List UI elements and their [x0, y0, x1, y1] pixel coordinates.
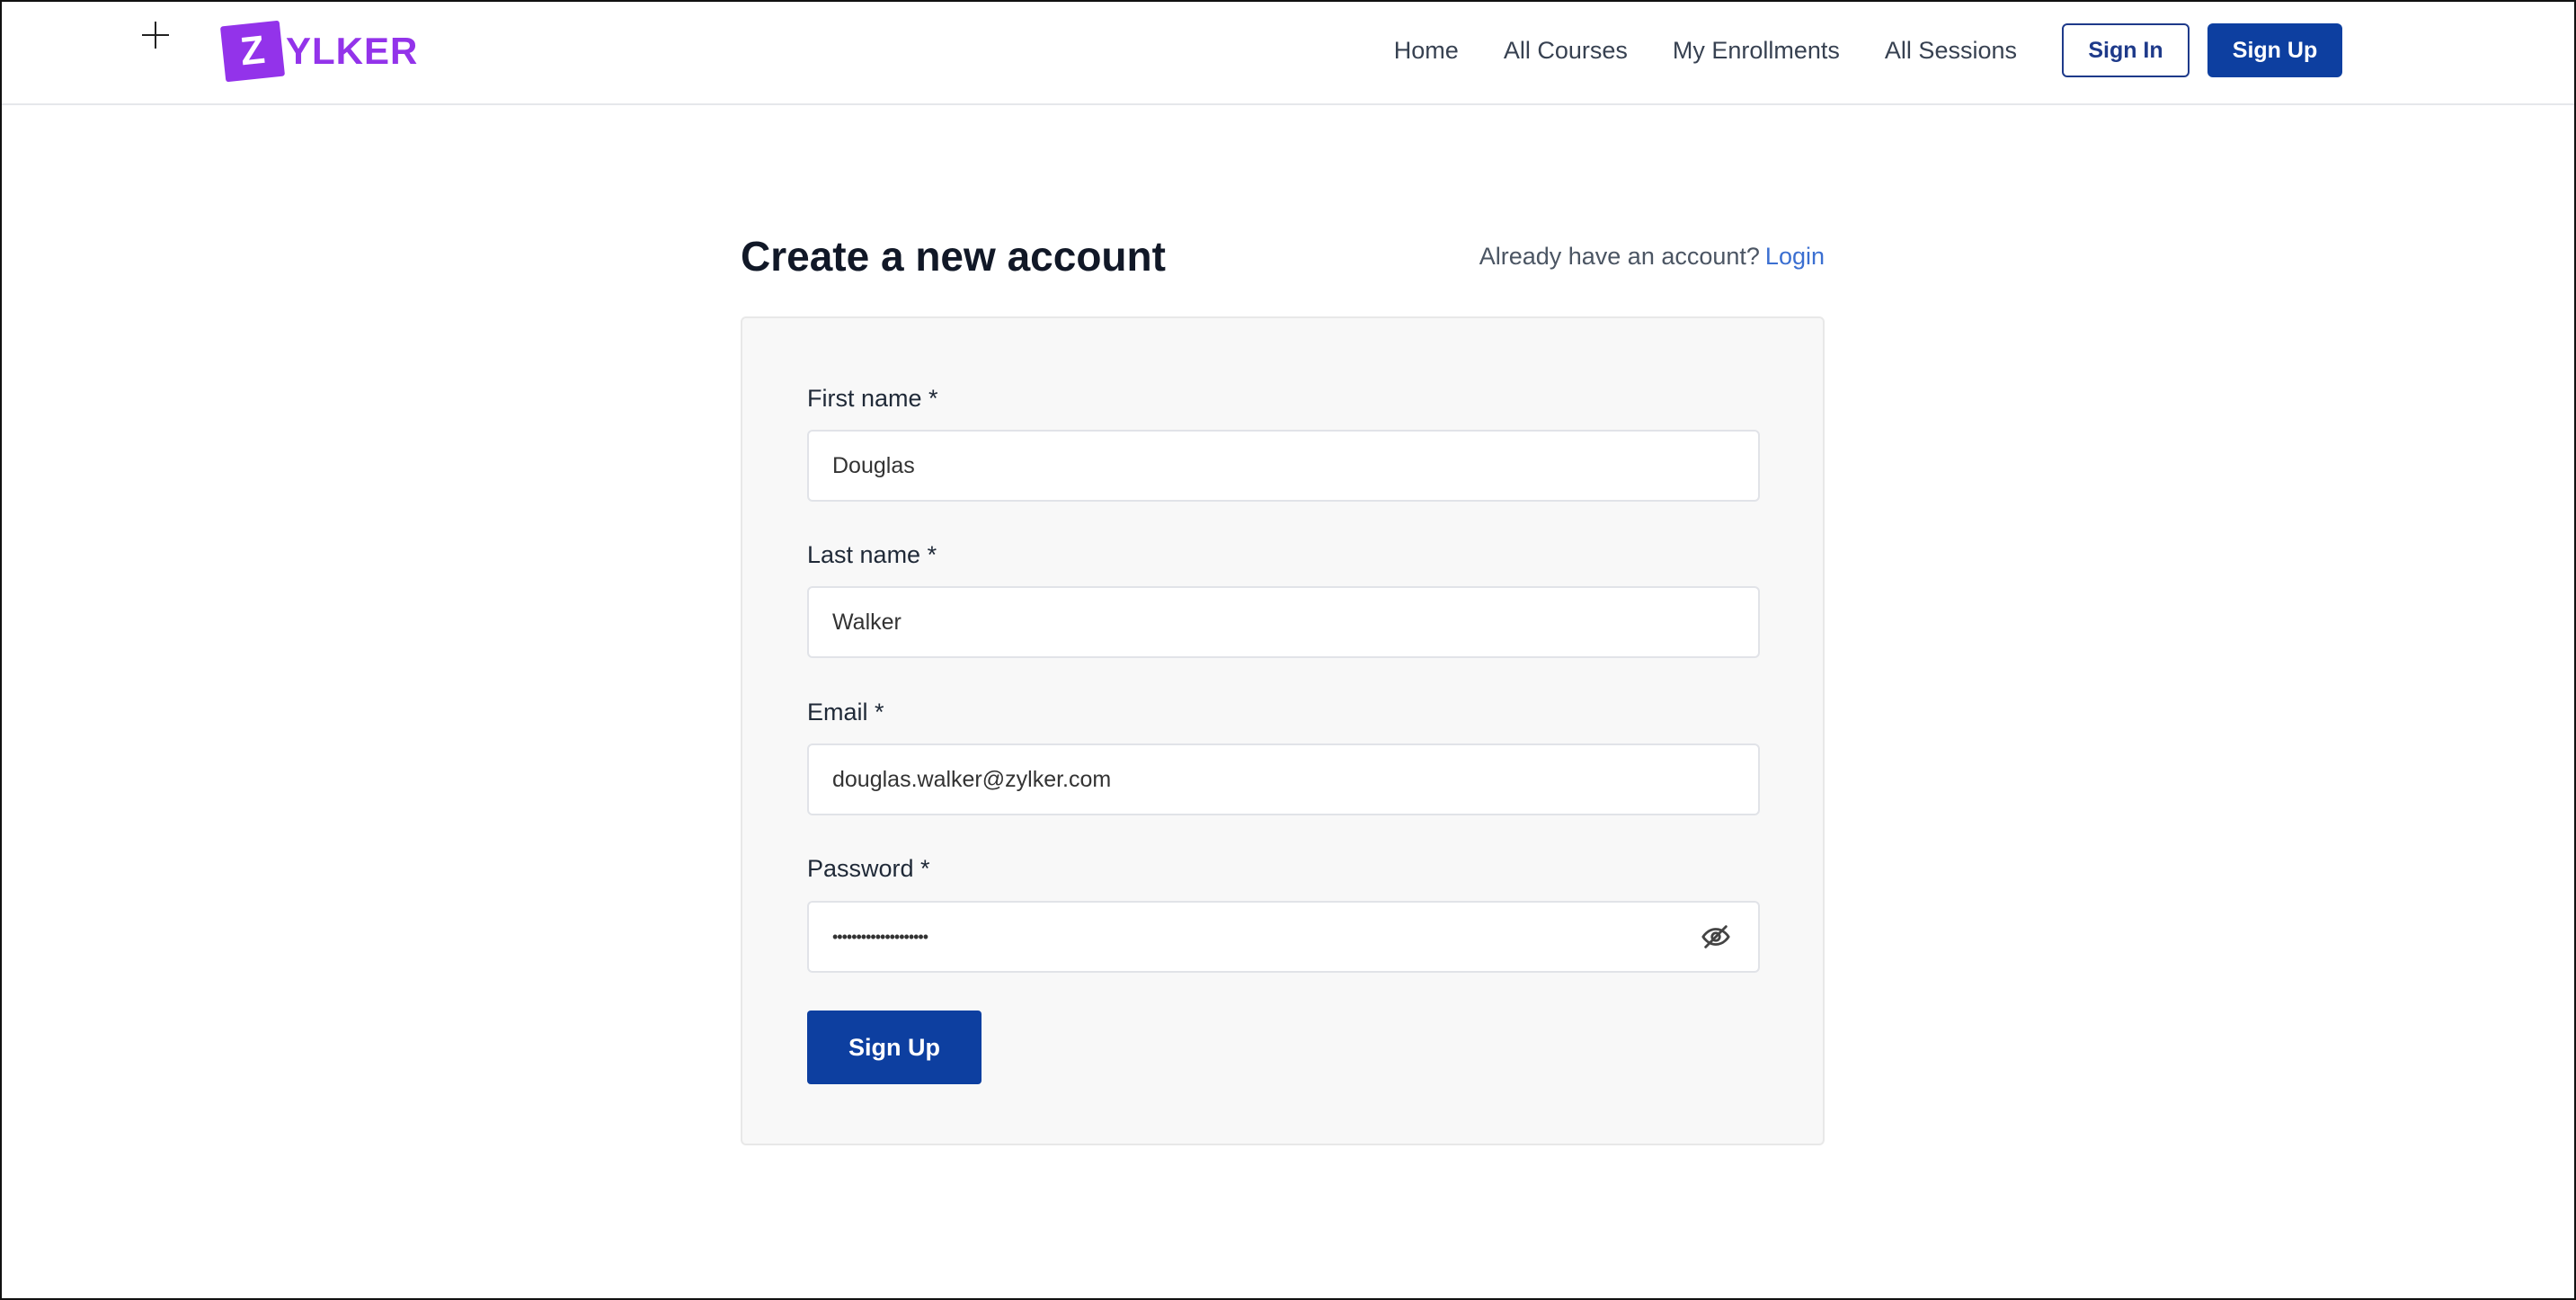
app-window: Z YLKER Home All Courses My Enrollments …	[0, 0, 2576, 1300]
logo-letter: Z	[238, 27, 267, 75]
last-name-field[interactable]: Walker	[807, 586, 1760, 658]
signup-form-card: First name * Douglas Last name * Walker …	[741, 316, 1825, 1145]
last-name-label: Last name *	[807, 541, 937, 568]
first-name-label: First name *	[807, 385, 938, 412]
main-nav: Home All Courses My Enrollments All Sess…	[1394, 23, 2342, 77]
nav-my-enrollments[interactable]: My Enrollments	[1673, 37, 1840, 65]
nav-all-courses[interactable]: All Courses	[1504, 37, 1628, 65]
password-value: ••••••••••••••••••••	[832, 927, 928, 946]
email-value: douglas.walker@zylker.com	[832, 766, 1112, 792]
nav-home[interactable]: Home	[1394, 37, 1459, 65]
eye-off-icon[interactable]	[1701, 922, 1731, 952]
login-prompt-text: Already have an account?	[1479, 242, 1760, 270]
email-field[interactable]: douglas.walker@zylker.com	[807, 743, 1760, 815]
login-prompt: Already have an account? Login	[1479, 243, 1825, 271]
logo-text: YLKER	[286, 30, 419, 72]
email-label: Email *	[807, 699, 884, 726]
first-name-value: Douglas	[832, 452, 915, 478]
login-link[interactable]: Login	[1765, 243, 1825, 270]
first-name-field[interactable]: Douglas	[807, 430, 1760, 502]
top-navbar: Z YLKER Home All Courses My Enrollments …	[2, 2, 2574, 105]
sign-in-button[interactable]: Sign In	[2062, 23, 2190, 77]
page-title: Create a new account	[741, 233, 1166, 280]
page-heading-row: Create a new account Already have an acc…	[741, 225, 1825, 288]
plus-icon[interactable]	[142, 22, 169, 49]
nav-all-sessions[interactable]: All Sessions	[1885, 37, 2017, 65]
password-label: Password *	[807, 855, 930, 882]
logo[interactable]: Z YLKER	[219, 20, 419, 83]
sign-up-submit-button[interactable]: Sign Up	[807, 1011, 982, 1084]
last-name-value: Walker	[832, 609, 902, 635]
header-sign-up-button[interactable]: Sign Up	[2207, 23, 2342, 77]
password-field[interactable]: ••••••••••••••••••••	[807, 901, 1760, 973]
logo-mark: Z	[219, 20, 286, 83]
